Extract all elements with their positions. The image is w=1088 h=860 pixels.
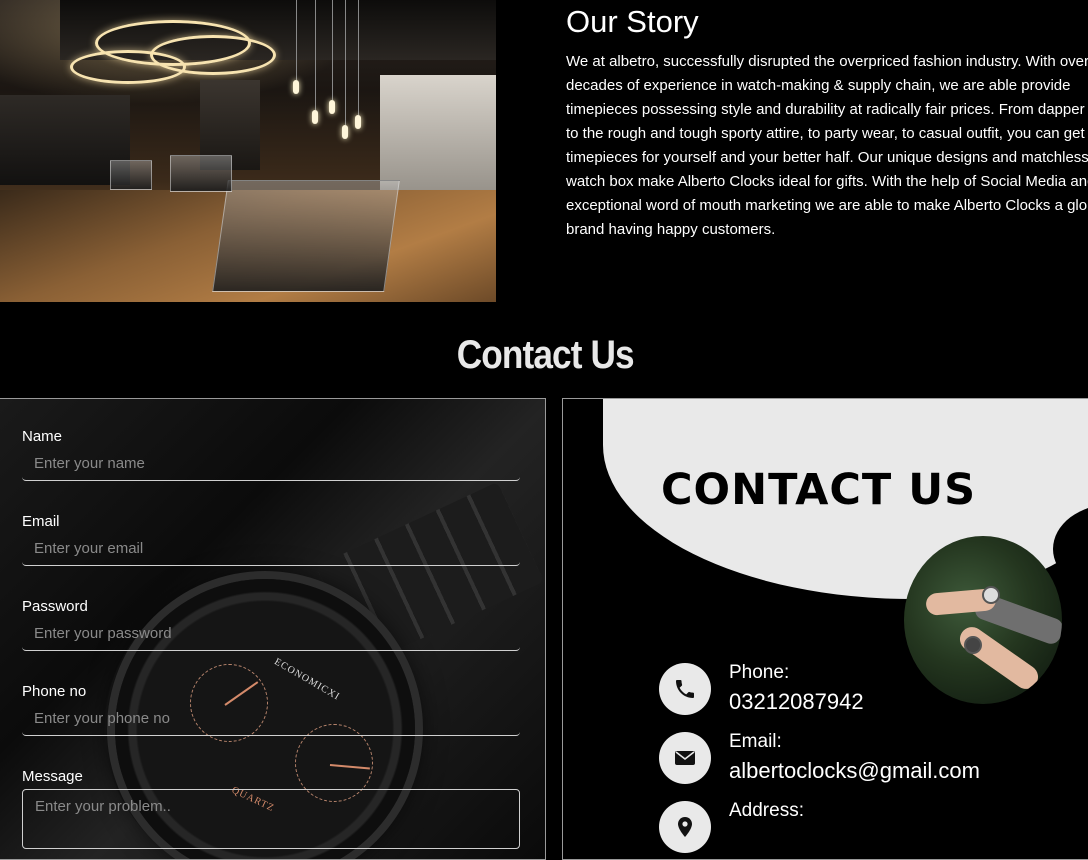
phone-value: 03212087942: [729, 689, 864, 714]
name-field-group: Name: [22, 428, 520, 481]
email-label: Email: [22, 513, 60, 530]
message-field-group: Message: [22, 768, 520, 849]
contact-heading: Contact Us: [456, 333, 635, 377]
contact-info-card: CONTACT US Phone: 03212087942 Email: alb…: [562, 398, 1088, 860]
phone-icon: [659, 663, 711, 715]
contact-form: ECONOMICXI QUARTZ Name Email Password Ph…: [0, 398, 546, 860]
email-label-text: Email:: [729, 731, 782, 752]
phone-label-text: Phone:: [729, 662, 790, 683]
story-title: Our Story: [566, 4, 699, 39]
phone-field-group: Phone no: [22, 683, 520, 736]
envelope-icon: [659, 732, 711, 784]
email-input[interactable]: [22, 536, 520, 566]
phone-input[interactable]: [22, 706, 520, 736]
address-label-text: Address:: [729, 800, 804, 821]
map-pin-icon: [659, 801, 711, 853]
phone-label: Phone no: [22, 683, 87, 700]
email-value: albertoclocks@gmail.com: [729, 758, 980, 783]
password-input[interactable]: [22, 621, 520, 651]
name-input[interactable]: [22, 451, 520, 481]
card-title: CONTACT US: [661, 465, 977, 515]
message-textarea[interactable]: [22, 789, 520, 849]
message-label: Message: [22, 768, 83, 785]
store-interior-image: [0, 0, 496, 302]
name-label: Name: [22, 428, 63, 445]
email-field-group: Email: [22, 513, 520, 566]
hands-watch-photo: [904, 536, 1062, 704]
story-text: We at albetro, successfully disrupted th…: [566, 53, 1088, 238]
password-label: Password: [22, 598, 88, 615]
password-field-group: Password: [22, 598, 520, 651]
